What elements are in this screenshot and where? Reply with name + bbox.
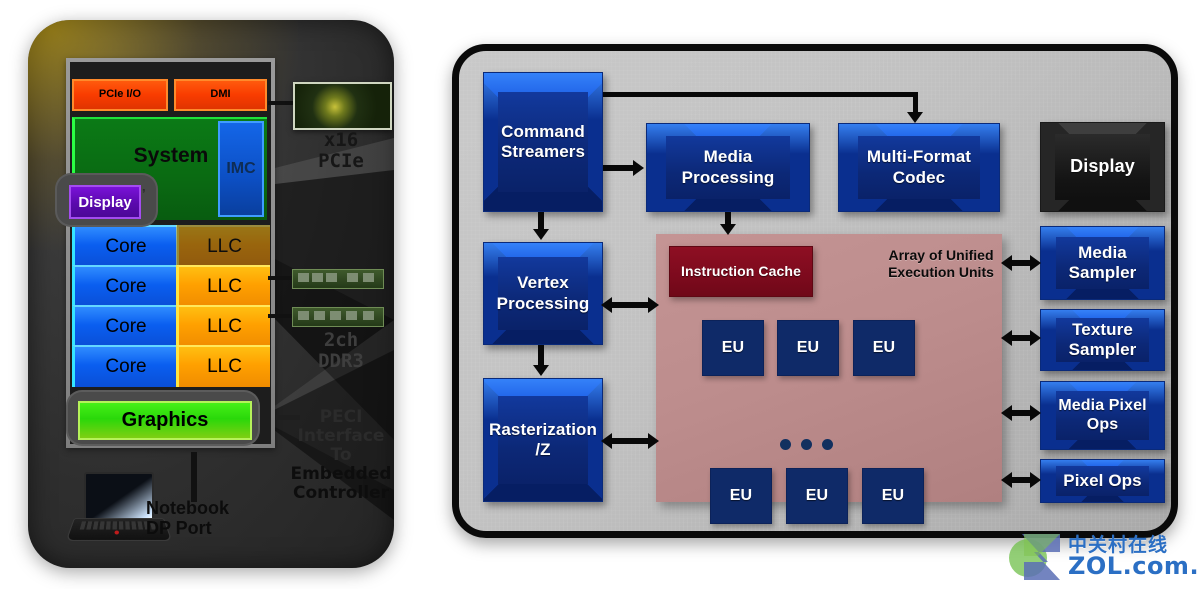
arrow-head-left-mpo [1001,405,1012,421]
die-block-imc: IMC [218,121,264,217]
ellipsis-dot [822,439,833,450]
arrow-head-right-po [1030,472,1041,488]
system-label: System [133,144,209,167]
arrow-head-down-codec [907,112,923,123]
arrow-head-left-ts [1001,330,1012,346]
block-media-processing: Media Processing [646,123,810,212]
display-highlight-ring: Display ’ [57,175,156,225]
llc-label: LLC [207,276,242,297]
block-command-streamers: Command Streamers [483,72,603,212]
zol-watermark: 中关村在线 ZOL.com.cn [1008,528,1200,586]
imc-label: IMC [226,159,256,177]
cpu-package-body: PCIe I/O DMI System IMC Core LLC Core LL… [28,20,394,568]
watermark-domain-text: ZOL.com.cn [1068,552,1200,580]
cpu-package-illustration: PCIe I/O DMI System IMC Core LLC Core LL… [22,14,400,574]
core-cell: Core [72,225,177,267]
graphics-highlight-ring: Graphics [68,392,258,444]
pcie-graphics-card-icon [293,82,392,130]
llc-cell: LLC [176,345,270,387]
core-row-4: Core LLC [72,345,270,387]
gpu-block-diagram: Command Streamers Media Processing Multi… [452,44,1182,542]
dimm-memory-icon [292,269,384,289]
core-row-2: Core LLC [72,265,270,307]
core-cell: Core [72,305,177,347]
arrow-cs-to-media-line [603,165,634,171]
pcie-connector-line [268,101,296,105]
diagram-canvas: PCIe I/O DMI System IMC Core LLC Core LL… [0,0,1200,589]
arrow-head-left-po [1001,472,1012,488]
dp-port-connector-line [191,452,197,502]
block-display: Display [1040,122,1165,212]
display-tick-mark: ’ [142,186,146,201]
die-block-dmi: DMI [174,79,267,111]
arrow-head-down-raster [533,365,549,376]
block-eu: EU [786,468,848,524]
block-texture-sampler: Texture Sampler [1040,309,1165,371]
display-label: Display [78,193,132,211]
arrow-head-down-vertex [533,229,549,240]
dimm-connector-line-1 [268,276,292,280]
label-array-of-unified-execution-units: Array of Unified Execution Units [888,247,994,280]
arrow-head-right-array [648,297,659,313]
arrow-raster-array-line [610,438,650,444]
die-block-display: Display [69,185,141,219]
arrow-head-right-ts [1030,330,1041,346]
core-row-3: Core LLC [72,305,270,347]
ellipsis-dot [780,439,791,450]
block-eu: EU [862,468,924,524]
block-pixel-ops: Pixel Ops [1040,459,1165,503]
pcie-io-label: PCIe I/O [98,88,142,101]
core-row-1: Core LLC [72,225,270,267]
arrow-cs-to-codec-horizontal [603,92,917,97]
ellipsis-dot [801,439,812,450]
block-eu: EU [702,320,764,376]
label-x16-pcie: x16 PCIe [318,129,364,173]
label-peci-interface: PECI Interface To Embedded Controller [290,407,392,504]
arrow-vertex-to-raster-line [538,345,544,367]
dmi-label: DMI [210,88,231,101]
die-block-graphics: Graphics [78,401,252,440]
dimm-connector-line-2 [268,314,292,318]
arrow-head-right-array2 [648,433,659,449]
label-notebook-dp-port: Notebook DP Port [146,498,229,539]
core-label: Core [105,276,147,297]
core-label: Core [105,316,147,337]
llc-cell: LLC [176,225,270,267]
arrow-head-left-vertex [601,297,612,313]
core-label: Core [105,356,147,377]
block-instruction-cache: Instruction Cache [669,246,813,297]
arrow-head-left-ms [1001,255,1012,271]
arrow-head-right-ms [1030,255,1041,271]
llc-label: LLC [207,236,242,257]
arrow-head-right-media [633,160,644,176]
arrow-head-right-mpo [1030,405,1041,421]
dimm-memory-icon [292,307,384,327]
block-media-pixel-ops: Media Pixel Ops [1040,381,1165,450]
block-eu: EU [710,468,772,524]
arrow-vertex-array-line [610,302,650,308]
block-rasterization-z: Rasterization /Z [483,378,603,502]
llc-label: LLC [207,356,242,377]
block-eu: EU [853,320,915,376]
core-cell: Core [72,265,177,307]
zol-logo-icon [1009,534,1060,580]
block-eu: EU [777,320,839,376]
block-media-sampler: Media Sampler [1040,226,1165,300]
die-block-pcie-io: PCIe I/O [72,79,168,111]
arrow-head-down-array [720,224,736,235]
block-multi-format-codec: Multi-Format Codec [838,123,1000,212]
llc-cell: LLC [176,305,270,347]
block-vertex-processing: Vertex Processing [483,242,603,345]
core-label: Core [105,236,147,257]
label-2ch-ddr3: 2ch DDR3 [318,329,364,373]
llc-cell: LLC [176,265,270,307]
graphics-label: Graphics [121,409,209,431]
llc-label: LLC [207,316,242,337]
arrow-head-left-raster [601,433,612,449]
core-cell: Core [72,345,177,387]
